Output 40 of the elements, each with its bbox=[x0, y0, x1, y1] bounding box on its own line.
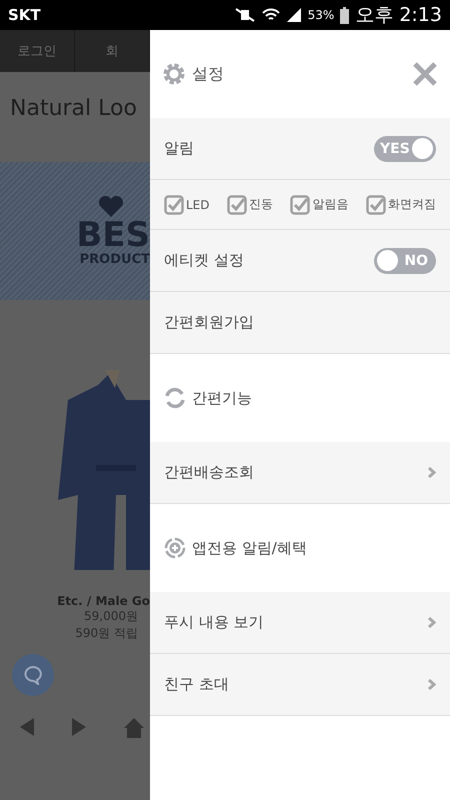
chat-button[interactable] bbox=[12, 654, 54, 696]
clock: 오후 2:13 bbox=[355, 3, 442, 28]
forward-arrow-icon[interactable] bbox=[72, 718, 86, 736]
checkbox[interactable] bbox=[227, 194, 247, 214]
setting-label: 에티켓 설정 bbox=[164, 251, 245, 270]
toggle-switch[interactable]: NO bbox=[374, 248, 436, 274]
toggle-switch[interactable]: YES bbox=[374, 136, 436, 162]
page-title: Natural Loo bbox=[9, 95, 138, 123]
chat-bubble-icon bbox=[23, 665, 43, 685]
close-icon[interactable] bbox=[412, 61, 438, 87]
carrier-name: SKT bbox=[8, 6, 42, 24]
section-title: 간편기능 bbox=[192, 388, 253, 408]
vibrate-mute-icon bbox=[234, 7, 256, 23]
drawer-title: 설정 bbox=[192, 64, 225, 84]
checkbox[interactable] bbox=[366, 194, 386, 214]
battery-icon bbox=[340, 6, 350, 24]
checkbox[interactable] bbox=[290, 194, 310, 214]
target-plus-icon bbox=[164, 537, 186, 559]
checkbox-label: LED bbox=[186, 198, 210, 212]
best-banner[interactable]: BES PRODUCT bbox=[0, 162, 150, 300]
checkbox-label: 알림음 bbox=[312, 196, 348, 213]
banner-subtitle: PRODUCT bbox=[80, 252, 150, 266]
heart-icon bbox=[98, 196, 124, 218]
chevron-right-icon bbox=[427, 616, 436, 629]
battery-percent: 53% bbox=[308, 8, 334, 22]
back-arrow-icon[interactable] bbox=[20, 718, 34, 736]
checkbox-label: 화면켜짐 bbox=[388, 196, 436, 213]
product-name[interactable]: Etc. / Male Go bbox=[57, 594, 150, 608]
nav-tab[interactable]: 로그인 bbox=[0, 30, 75, 72]
checkbox-label: 진동 bbox=[249, 196, 273, 213]
section-title: 앱전용 알림/혜택 bbox=[192, 538, 308, 558]
checkbox[interactable] bbox=[164, 194, 184, 214]
setting-label: 알림 bbox=[164, 139, 195, 158]
settings-icon bbox=[162, 62, 186, 86]
banner-title: BES bbox=[76, 218, 150, 252]
signal-icon bbox=[286, 7, 302, 23]
refresh-icon bbox=[164, 387, 186, 409]
chevron-right-icon bbox=[427, 466, 436, 479]
chevron-right-icon bbox=[427, 678, 436, 691]
home-icon[interactable] bbox=[124, 718, 144, 738]
